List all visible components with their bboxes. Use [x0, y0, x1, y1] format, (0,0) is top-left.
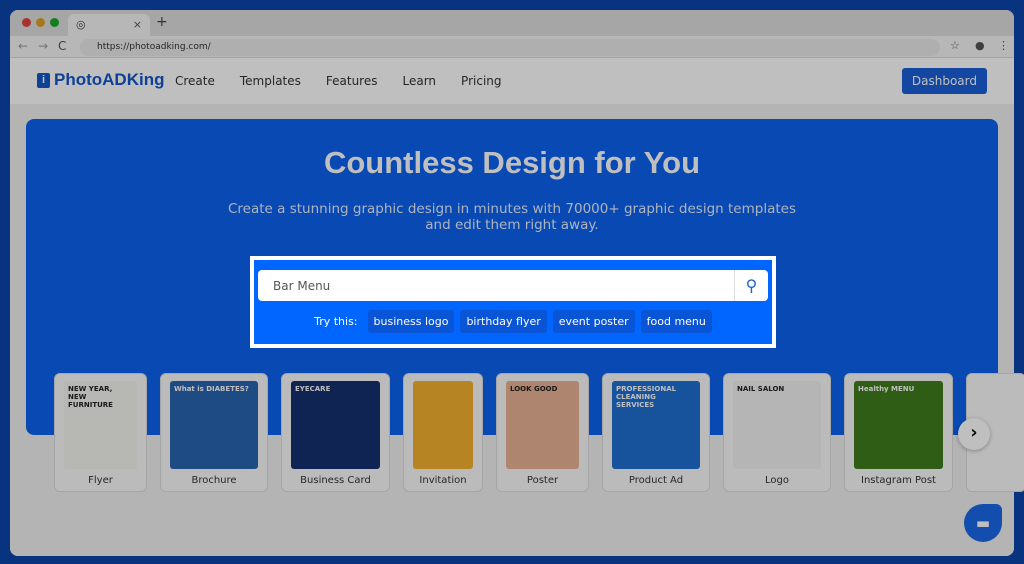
close-window-button[interactable] [22, 18, 31, 27]
url-field[interactable]: https://photoadking.com/ [80, 39, 940, 56]
suggestions: Try this: business logo birthday flyer e… [254, 310, 772, 333]
template-thumbnail: Healthy MENU [854, 381, 943, 469]
category-label: Flyer [88, 475, 113, 486]
template-thumbnail [413, 381, 473, 469]
suggestion-chip[interactable]: birthday flyer [460, 310, 547, 333]
tab-bar: ◎ × + [10, 10, 1014, 36]
category-card[interactable]: LOOK GOOD Poster [496, 373, 589, 492]
logo-icon: i [37, 72, 50, 88]
forward-icon[interactable]: → [38, 39, 48, 53]
category-card[interactable]: PROFESSIONAL CLEANING SERVICES Product Ad [602, 373, 710, 492]
nav-pricing[interactable]: Pricing [461, 74, 501, 88]
category-label: Brochure [191, 475, 237, 486]
thumbnail-text: PROFESSIONAL CLEANING SERVICES [616, 385, 677, 409]
chat-button[interactable]: ▬ [964, 504, 1002, 542]
thumbnail-text: NEW YEAR, NEW FURNITURE [68, 385, 113, 409]
category-label: Invitation [419, 475, 467, 486]
back-icon[interactable]: ← [18, 39, 28, 53]
category-card[interactable]: NAIL SALON Logo [723, 373, 831, 492]
new-tab-button[interactable]: + [156, 14, 168, 30]
minimize-window-button[interactable] [36, 18, 45, 27]
nav-features[interactable]: Features [326, 74, 378, 88]
search-highlight: ⚲ Try this: business logo birthday flyer… [250, 256, 776, 348]
category-card[interactable]: Invitation [403, 373, 483, 492]
tab-close-button[interactable]: × [133, 18, 142, 31]
search-button[interactable]: ⚲ [734, 270, 768, 301]
hero-subtitle: Create a stunning graphic design in minu… [228, 201, 796, 233]
category-label: Instagram Post [861, 475, 936, 486]
nav-learn[interactable]: Learn [403, 74, 437, 88]
category-label: Poster [526, 475, 559, 486]
category-card[interactable]: Healthy MENU Instagram Post [844, 373, 953, 492]
suggestion-chip[interactable]: business logo [367, 310, 455, 333]
template-thumbnail: NAIL SALON [733, 381, 821, 469]
nav-create[interactable]: Create [175, 74, 215, 88]
more-menu-icon[interactable]: ⋮ [998, 39, 1009, 52]
template-thumbnail: EYECARE [291, 381, 380, 469]
try-label: Try this: [314, 315, 358, 328]
site-nav: i PhotoADKing Create Templates Features L… [10, 58, 1014, 104]
thumbnail-text: Healthy MENU [858, 385, 915, 393]
category-label: Logo [765, 475, 789, 486]
browser-tab[interactable]: ◎ × [68, 14, 150, 36]
category-label: Business Card [300, 475, 371, 486]
chrome-icon: ◎ [76, 18, 86, 31]
search-input[interactable] [258, 270, 732, 301]
thumbnail-text: EYECARE [295, 385, 331, 393]
profile-icon[interactable]: ● [975, 39, 985, 52]
dashboard-button[interactable]: Dashboard [901, 68, 987, 94]
window-controls [22, 18, 59, 27]
category-label: Product Ad [628, 475, 684, 486]
chat-icon: ▬ [975, 514, 991, 532]
template-thumbnail: What is DIABETES? [170, 381, 258, 469]
category-card[interactable]: What is DIABETES? Brochure [160, 373, 268, 492]
hero-title: Countless Design for You [323, 145, 701, 180]
search-icon: ⚲ [745, 276, 758, 295]
suggestion-chip[interactable]: food menu [640, 310, 712, 333]
logo-text: PhotoADKing [54, 70, 165, 89]
template-thumbnail: LOOK GOOD [506, 381, 579, 469]
reload-icon[interactable]: C [58, 39, 66, 53]
maximize-window-button[interactable] [50, 18, 59, 27]
suggestion-chip[interactable]: event poster [552, 310, 635, 333]
thumbnail-text: NAIL SALON [737, 385, 785, 393]
thumbnail-text: LOOK GOOD [510, 385, 558, 393]
bookmark-star-icon[interactable]: ☆ [950, 39, 960, 52]
category-card[interactable]: EYECARE Business Card [281, 373, 390, 492]
template-thumbnail: PROFESSIONAL CLEANING SERVICES [612, 381, 700, 469]
search-box: ⚲ [258, 270, 768, 301]
thumbnail-text: What is DIABETES? [174, 385, 249, 393]
address-bar-row: ← → C https://photoadking.com/ ☆ ● ⋮ [10, 36, 1014, 58]
logo[interactable]: i PhotoADKing [37, 70, 164, 90]
template-thumbnail: NEW YEAR, NEW FURNITURE [64, 381, 137, 469]
nav-templates[interactable]: Templates [240, 74, 301, 88]
category-card[interactable]: NEW YEAR, NEW FURNITURE Flyer [54, 373, 147, 492]
carousel-next-button[interactable]: › [958, 418, 990, 450]
